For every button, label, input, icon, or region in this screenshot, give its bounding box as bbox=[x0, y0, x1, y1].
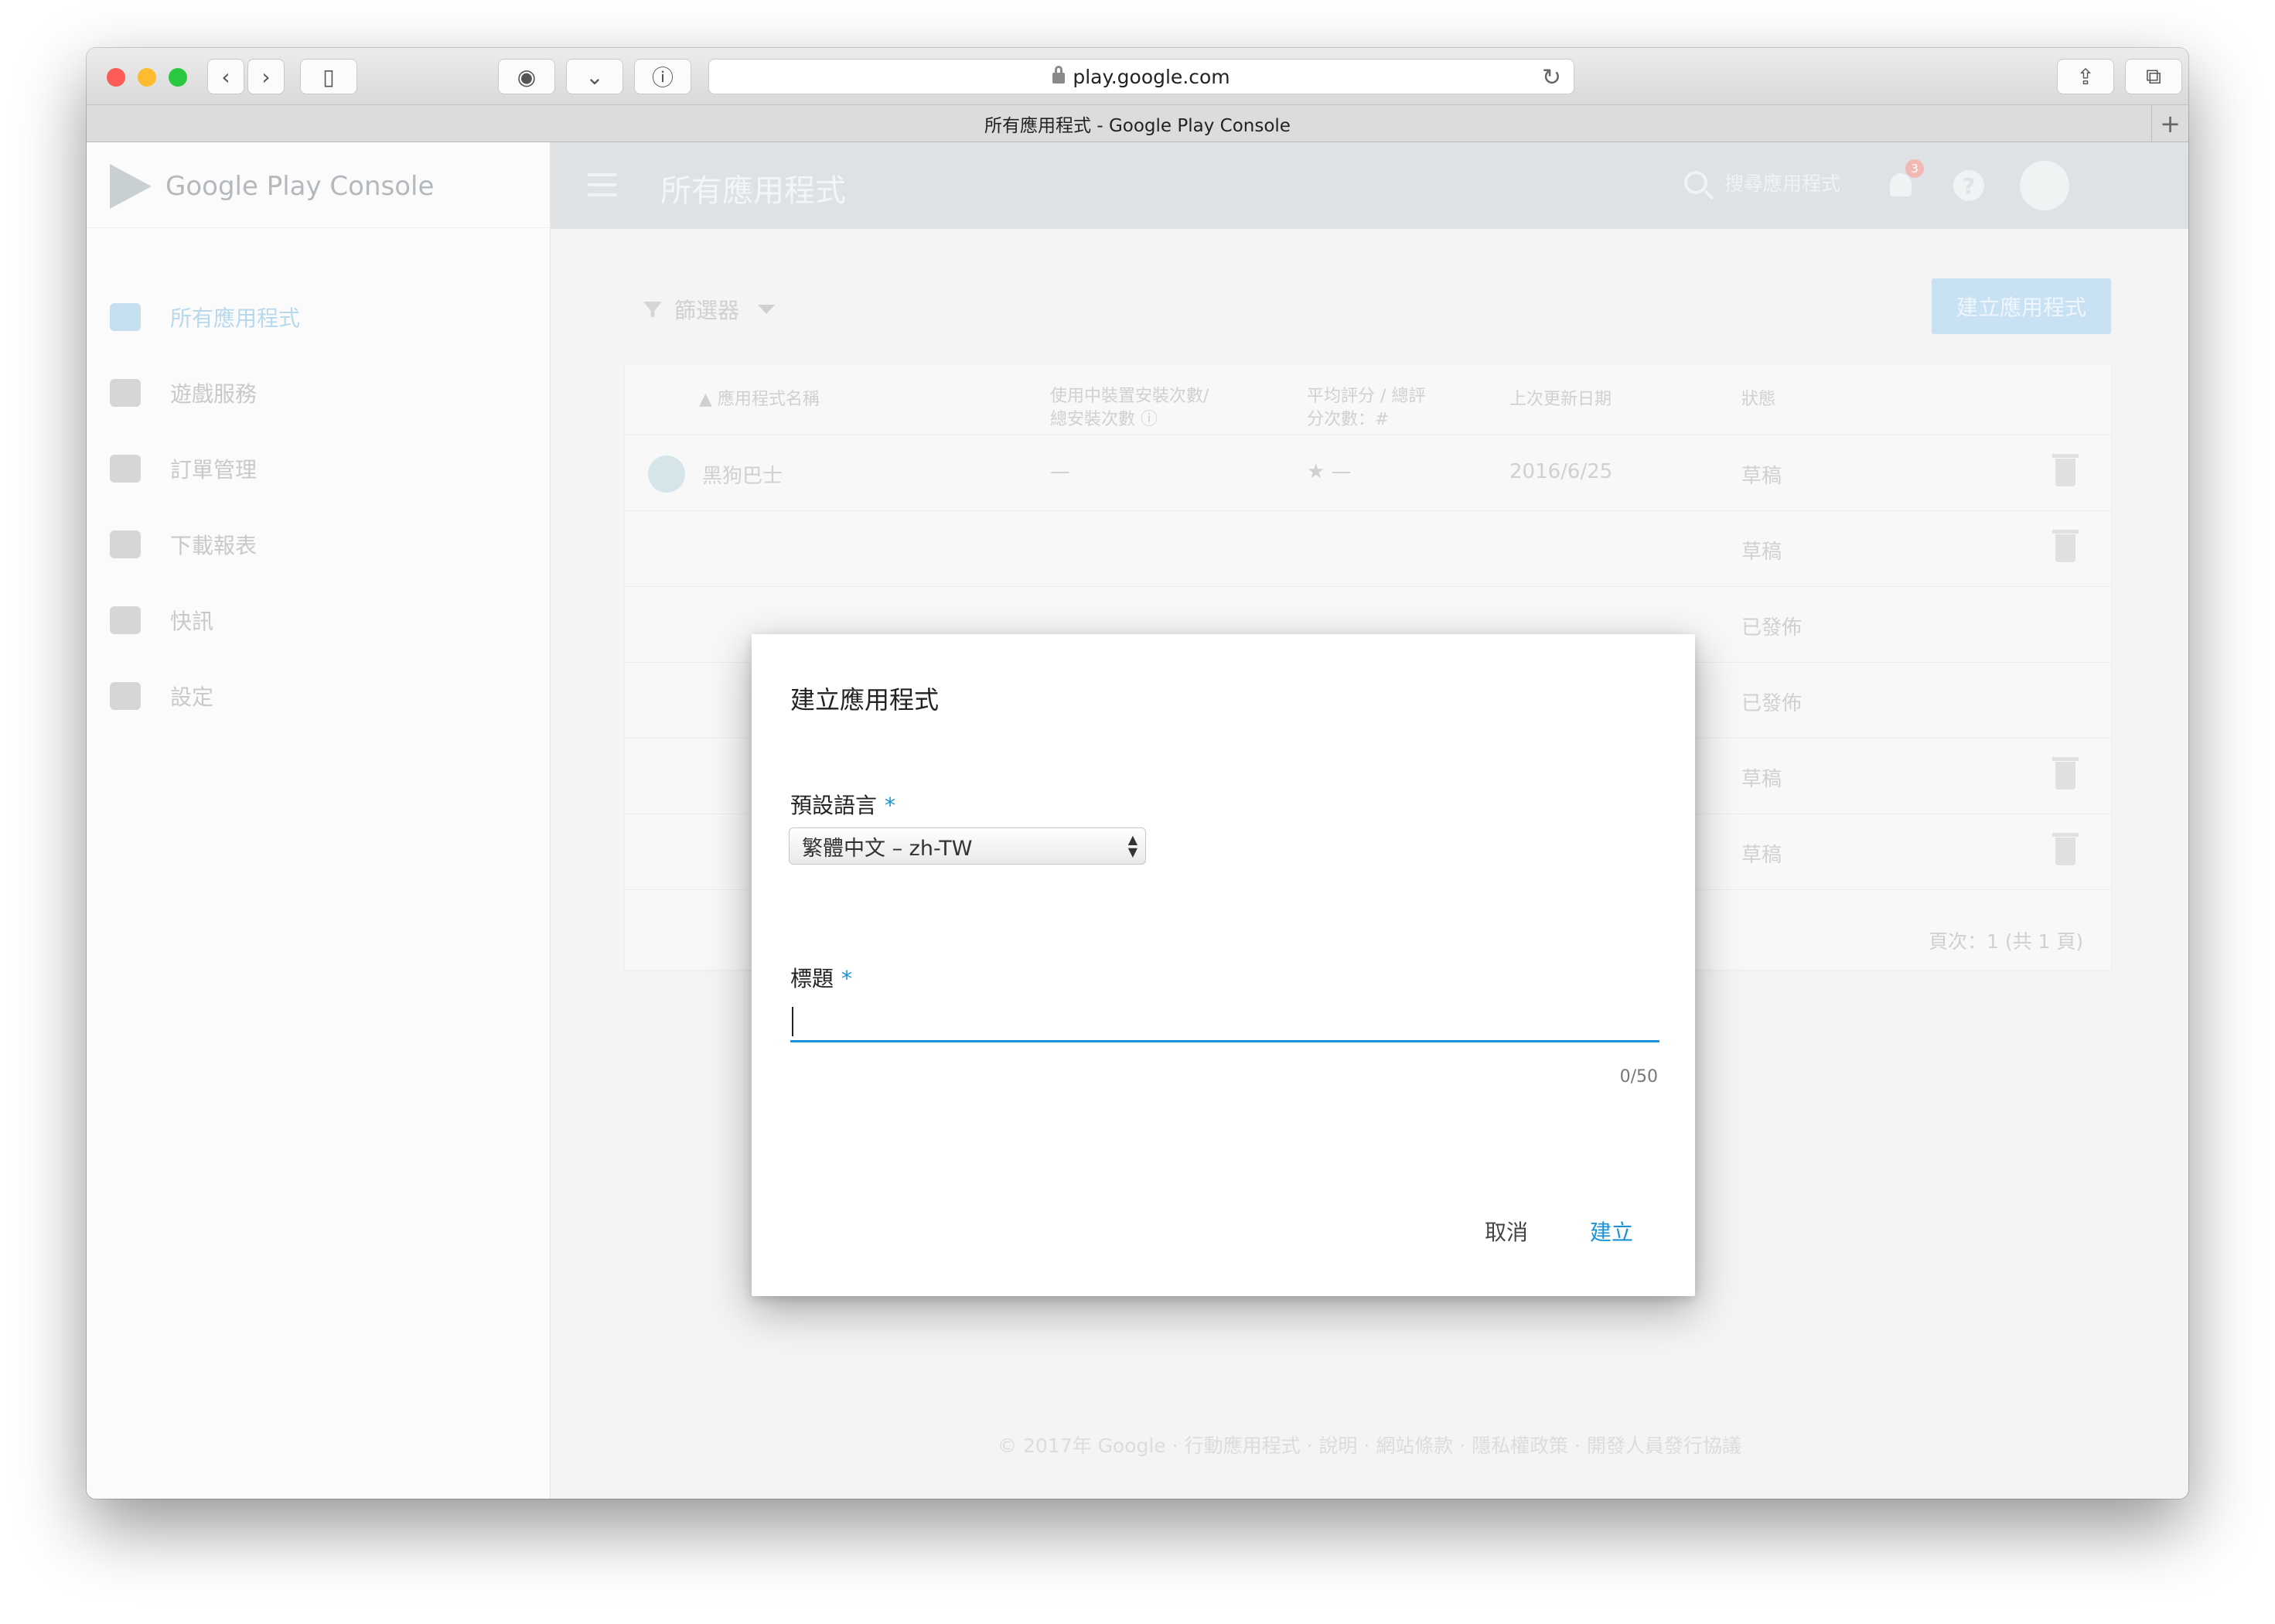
app-search[interactable]: 搜尋應用程式 bbox=[1684, 169, 1840, 196]
select-arrows-icon: ▲ ▼ bbox=[1127, 832, 1138, 859]
avatar[interactable] bbox=[2020, 161, 2069, 210]
sidebar-item-all-apps[interactable]: 所有應用程式 bbox=[110, 299, 300, 336]
pocket-button[interactable]: ⌄ bbox=[566, 59, 623, 94]
dialog-title: 建立應用程式 bbox=[790, 685, 940, 715]
column-header-status[interactable]: 狀態 bbox=[1741, 388, 1775, 411]
character-counter: 0/50 bbox=[1619, 1067, 1658, 1087]
brand-name: Google Play Console bbox=[165, 171, 435, 202]
bell-icon bbox=[1890, 173, 1912, 196]
star-icon: ★ bbox=[1307, 460, 1325, 483]
browser-window: ‹ › ▯ ◉ ⌄ ⓘ play.google.com ↻ ⇪ ⧉ 所有應用程式… bbox=[87, 48, 2188, 1499]
column-header-installs[interactable]: 使用中裝置安裝次數/ 總安裝次數 ⓘ bbox=[1050, 385, 1209, 432]
title-input[interactable] bbox=[790, 998, 1659, 1042]
sidebar-toggle-button[interactable]: ▯ bbox=[300, 59, 357, 94]
notification-badge: 3 bbox=[1905, 159, 1924, 178]
trash-icon[interactable] bbox=[2052, 757, 2079, 790]
table-row[interactable]: 草稿 bbox=[625, 510, 2111, 586]
sidebar-item-label: 設定 bbox=[170, 684, 214, 710]
sidebar-icon: ▯ bbox=[322, 63, 335, 90]
gear-icon bbox=[110, 682, 141, 710]
extension-button-1[interactable]: ◉ bbox=[498, 59, 555, 94]
tab-bar: 所有應用程式 - Google Play Console + bbox=[87, 105, 2188, 142]
minimize-window-button[interactable] bbox=[138, 68, 156, 87]
help-icon[interactable]: ? bbox=[1953, 170, 1984, 201]
gamepad-icon bbox=[110, 379, 141, 407]
sidebar: Google Play Console 所有應用程式 遊戲服務 訂單管理 下載報… bbox=[87, 142, 551, 1499]
tab-title[interactable]: 所有應用程式 - Google Play Console bbox=[984, 111, 1291, 137]
warning-icon bbox=[110, 606, 141, 634]
download-box-icon bbox=[110, 531, 141, 558]
close-window-button[interactable] bbox=[107, 68, 125, 87]
sidebar-divider bbox=[87, 227, 550, 228]
url-text: play.google.com bbox=[1073, 65, 1230, 88]
sidebar-item-label: 快訊 bbox=[170, 609, 214, 634]
sidebar-item-label: 遊戲服務 bbox=[170, 381, 258, 407]
pocket-icon: ⌄ bbox=[585, 63, 604, 90]
trash-icon[interactable] bbox=[2052, 454, 2079, 486]
app-icon bbox=[648, 455, 685, 493]
column-header-name[interactable]: ▲ 應用程式名稱 bbox=[699, 388, 820, 411]
trash-icon[interactable] bbox=[2052, 530, 2079, 562]
table-row[interactable]: 黑狗巴士 — ★ — 2016/6/25 草稿 bbox=[625, 435, 2111, 510]
logo[interactable]: Google Play Console bbox=[110, 159, 434, 213]
create-button[interactable]: 建立 bbox=[1590, 1216, 1633, 1247]
language-label: 預設語言 * bbox=[790, 793, 896, 818]
text-cursor bbox=[792, 1007, 793, 1036]
info-circle-icon: ⓘ bbox=[651, 65, 674, 90]
tabs-icon: ⧉ bbox=[2146, 63, 2161, 89]
sidebar-item-orders[interactable]: 訂單管理 bbox=[110, 450, 257, 487]
reload-icon[interactable]: ↻ bbox=[1542, 64, 1561, 91]
browser-toolbar: ‹ › ▯ ◉ ⌄ ⓘ play.google.com ↻ ⇪ ⧉ bbox=[87, 48, 2188, 105]
play-console-logo-icon bbox=[110, 164, 152, 209]
sidebar-item-label: 所有應用程式 bbox=[170, 305, 301, 331]
tabs-overview-button[interactable]: ⧉ bbox=[2125, 59, 2182, 94]
caret-down-icon bbox=[758, 305, 776, 314]
page-content: Google Play Console 所有應用程式 遊戲服務 訂單管理 下載報… bbox=[87, 142, 2188, 1499]
required-mark: * bbox=[841, 966, 853, 991]
share-button[interactable]: ⇪ bbox=[2057, 59, 2114, 94]
cancel-button[interactable]: 取消 bbox=[1485, 1216, 1528, 1247]
title-label: 標題 * bbox=[790, 966, 853, 991]
address-bar[interactable]: play.google.com ↻ bbox=[708, 59, 1574, 94]
menu-icon[interactable] bbox=[588, 173, 617, 196]
app-header: 所有應用程式 搜尋應用程式 3 ? bbox=[551, 142, 2188, 229]
trash-icon[interactable] bbox=[2052, 833, 2079, 865]
privacy-icon: ◉ bbox=[517, 63, 537, 90]
sidebar-item-game-services[interactable]: 遊戲服務 bbox=[110, 374, 257, 411]
language-value: 繁體中文 – zh-TW bbox=[802, 836, 973, 861]
sidebar-item-label: 下載報表 bbox=[170, 533, 258, 558]
required-mark: * bbox=[885, 793, 896, 818]
back-button[interactable]: ‹ bbox=[207, 59, 244, 94]
chevron-left-icon: ‹ bbox=[221, 63, 230, 90]
search-icon bbox=[1684, 171, 1707, 194]
search-placeholder: 搜尋應用程式 bbox=[1724, 172, 1841, 195]
credit-card-icon bbox=[110, 455, 141, 483]
forward-button[interactable]: › bbox=[247, 59, 285, 94]
create-app-dialog: 建立應用程式 預設語言 * 繁體中文 – zh-TW ▲ ▼ 標題 * 0/50 取消… bbox=[752, 634, 1695, 1296]
language-select[interactable]: 繁體中文 – zh-TW ▲ ▼ bbox=[789, 827, 1146, 865]
pagination: 頁次：1 (共 1 頁) bbox=[1929, 930, 2084, 953]
page-title: 所有應用程式 bbox=[660, 173, 846, 209]
chevron-right-icon: › bbox=[261, 63, 271, 90]
column-header-rating[interactable]: 平均評分 / 總評 分次數：# bbox=[1307, 385, 1425, 432]
sidebar-item-settings[interactable]: 設定 bbox=[110, 677, 213, 715]
filter-icon bbox=[643, 302, 662, 317]
filter-label: 篩選器 bbox=[674, 298, 740, 323]
plus-icon: + bbox=[2160, 109, 2181, 138]
help-circle-icon: ⓘ bbox=[1141, 410, 1158, 429]
create-app-button[interactable]: 建立應用程式 bbox=[1932, 278, 2111, 334]
column-header-updated[interactable]: 上次更新日期 bbox=[1509, 388, 1612, 411]
zoom-window-button[interactable] bbox=[169, 68, 187, 87]
filter-dropdown[interactable]: 篩選器 bbox=[643, 294, 776, 325]
page-footer: © 2017年 Google · 行動應用程式 · 說明 · 網站條款 · 隱私… bbox=[998, 1435, 1741, 1457]
sidebar-item-alerts[interactable]: 快訊 bbox=[110, 602, 213, 639]
share-icon: ⇪ bbox=[2076, 63, 2095, 90]
android-icon bbox=[110, 303, 141, 331]
new-tab-button[interactable]: + bbox=[2151, 105, 2188, 142]
sidebar-item-reports[interactable]: 下載報表 bbox=[110, 526, 257, 563]
extension-button-2[interactable]: ⓘ bbox=[634, 59, 691, 94]
sidebar-item-label: 訂單管理 bbox=[170, 457, 258, 483]
lock-icon bbox=[1052, 66, 1066, 84]
